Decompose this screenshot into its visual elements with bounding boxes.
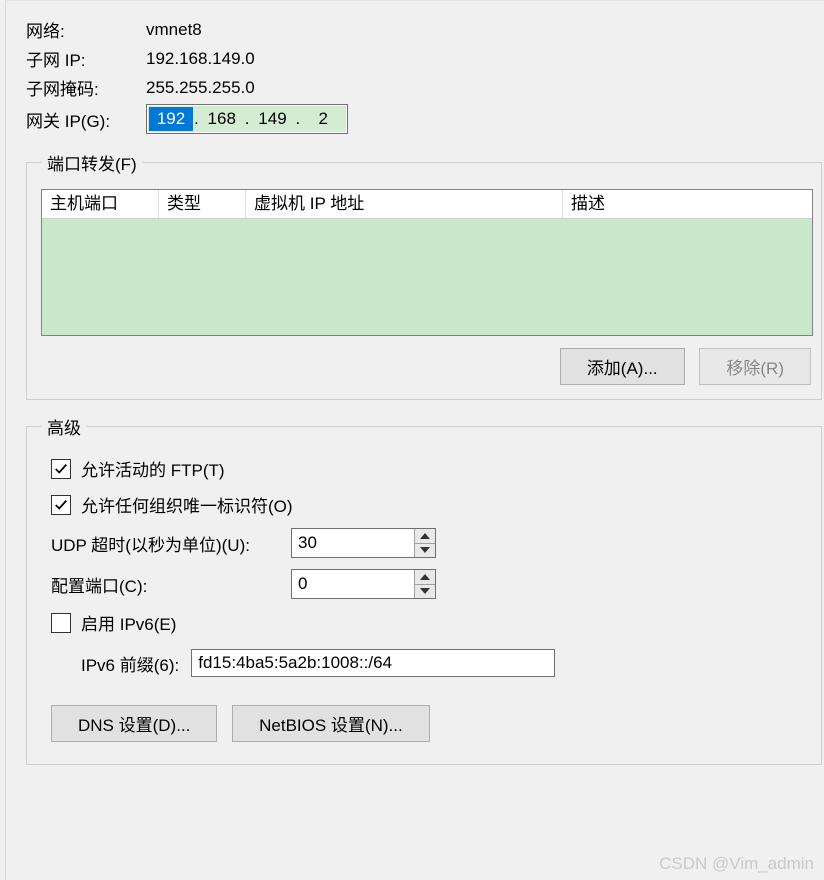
allow-active-ftp-checkbox[interactable] — [51, 459, 71, 479]
port-forward-body[interactable] — [42, 219, 812, 335]
network-label: 网络: — [26, 15, 146, 44]
enable-ipv6-label: 启用 IPv6(E) — [81, 610, 176, 635]
gateway-ip-input[interactable]: 192 . 168 . 149 . 2 — [146, 104, 348, 134]
port-forward-header: 主机端口 类型 虚拟机 IP 地址 描述 — [42, 190, 812, 219]
udp-timeout-up[interactable] — [415, 529, 435, 544]
udp-timeout-down[interactable] — [415, 544, 435, 558]
check-icon — [54, 498, 68, 512]
subnet-ip-value: 192.168.149.0 — [146, 44, 348, 73]
netbios-settings-button[interactable]: NetBIOS 设置(N)... — [232, 705, 430, 742]
config-port-label: 配置端口(C): — [51, 572, 291, 597]
gateway-ip-label: 网关 IP(G): — [26, 102, 146, 136]
chevron-down-icon — [420, 547, 430, 553]
dns-settings-button[interactable]: DNS 设置(D)... — [51, 705, 217, 742]
remove-button: 移除(R) — [699, 348, 811, 385]
ipv6-prefix-label: IPv6 前缀(6): — [81, 651, 179, 676]
port-forward-table[interactable]: 主机端口 类型 虚拟机 IP 地址 描述 — [41, 189, 813, 336]
advanced-group: 高级 允许活动的 FTP(T) 允许任何组织唯一标识符(O) UDP 超时(以秒… — [26, 414, 822, 765]
network-value: vmnet8 — [146, 15, 348, 44]
watermark: CSDN @Vim_admin — [659, 854, 814, 874]
port-forward-group: 端口转发(F) 主机端口 类型 虚拟机 IP 地址 描述 添加(A)... 移除… — [26, 150, 822, 400]
enable-ipv6-checkbox[interactable] — [51, 613, 71, 633]
udp-timeout-label: UDP 超时(以秒为单位)(U): — [51, 531, 291, 556]
chevron-up-icon — [420, 574, 430, 580]
udp-timeout-input[interactable] — [292, 529, 414, 557]
gateway-octet-4[interactable]: 2 — [301, 107, 345, 131]
subnet-mask-label: 子网掩码: — [26, 73, 146, 102]
allow-active-ftp-label: 允许活动的 FTP(T) — [81, 456, 225, 481]
col-vm-ip[interactable]: 虚拟机 IP 地址 — [246, 190, 563, 218]
chevron-down-icon — [420, 588, 430, 594]
subnet-mask-value: 255.255.255.0 — [146, 73, 348, 102]
col-type[interactable]: 类型 — [159, 190, 246, 218]
config-port-input[interactable] — [292, 570, 414, 598]
gateway-octet-1[interactable]: 192 — [149, 107, 193, 131]
add-button[interactable]: 添加(A)... — [560, 348, 685, 385]
advanced-legend: 高级 — [41, 414, 87, 439]
config-port-spinner[interactable] — [291, 569, 436, 599]
gateway-octet-3[interactable]: 149 — [250, 107, 294, 131]
subnet-ip-label: 子网 IP: — [26, 44, 146, 73]
gateway-octet-2[interactable]: 168 — [200, 107, 244, 131]
col-desc[interactable]: 描述 — [563, 190, 812, 218]
config-port-down[interactable] — [415, 585, 435, 599]
port-forward-legend: 端口转发(F) — [41, 150, 143, 175]
allow-any-oui-label: 允许任何组织唯一标识符(O) — [81, 492, 293, 517]
network-info: 网络: vmnet8 子网 IP: 192.168.149.0 子网掩码: 25… — [26, 15, 348, 136]
allow-any-oui-checkbox[interactable] — [51, 495, 71, 515]
ipv6-prefix-input[interactable] — [191, 649, 555, 677]
udp-timeout-spinner[interactable] — [291, 528, 436, 558]
chevron-up-icon — [420, 533, 430, 539]
config-port-up[interactable] — [415, 570, 435, 585]
col-host-port[interactable]: 主机端口 — [42, 190, 159, 218]
check-icon — [54, 462, 68, 476]
